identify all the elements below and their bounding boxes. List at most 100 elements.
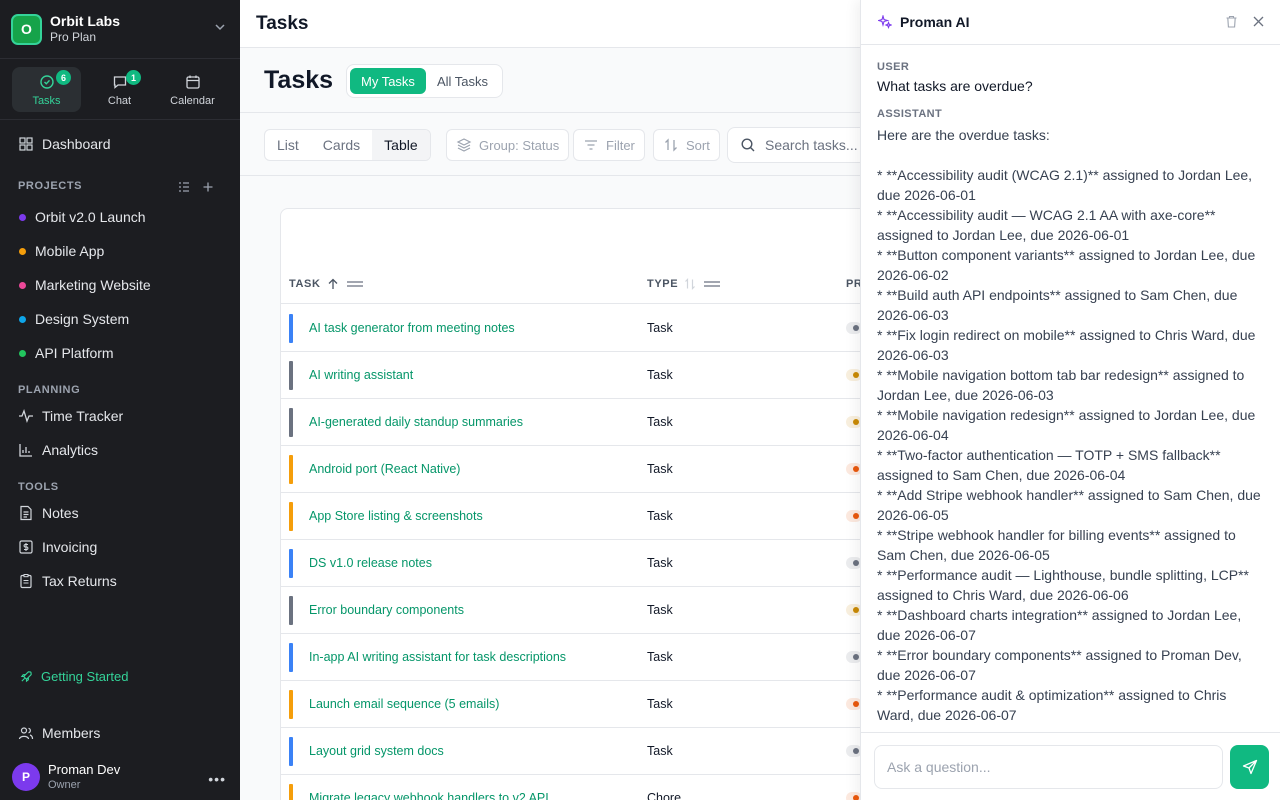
sidebar-item-label: Members	[42, 725, 101, 741]
priority-badge[interactable]	[846, 322, 860, 334]
column-header-type[interactable]: TYPE	[647, 278, 721, 290]
task-type: Task	[647, 650, 673, 664]
drag-handle-icon[interactable]	[704, 279, 721, 289]
mode-tab-calendar[interactable]: Calendar	[158, 67, 227, 112]
status-color-bar	[289, 643, 293, 672]
sidebar-item-project-orbit[interactable]: Orbit v2.0 Launch	[10, 203, 230, 231]
sidebar-item-project-design[interactable]: Design System	[10, 305, 230, 333]
task-title-link[interactable]: Android port (React Native)	[309, 462, 460, 476]
search-input[interactable]	[765, 137, 875, 153]
task-title-link[interactable]: AI task generator from meeting notes	[309, 321, 515, 335]
view-table-button[interactable]: Table	[372, 130, 430, 160]
task-title-link[interactable]: AI writing assistant	[309, 368, 413, 382]
sidebar-item-notes[interactable]: Notes	[10, 499, 230, 527]
task-title-link[interactable]: Migrate legacy webhook handlers to v2 AP…	[309, 791, 549, 800]
priority-badge[interactable]	[846, 604, 860, 616]
priority-badge[interactable]	[846, 698, 860, 710]
task-title-link[interactable]: AI-generated daily standup summaries	[309, 415, 523, 429]
view-list-button[interactable]: List	[265, 130, 311, 160]
close-icon[interactable]	[1252, 15, 1265, 28]
sidebar-item-tax-returns[interactable]: Tax Returns	[10, 567, 230, 595]
priority-badge[interactable]	[846, 369, 860, 381]
filter-button[interactable]: Filter	[573, 129, 645, 161]
view-cards-button[interactable]: Cards	[311, 130, 372, 160]
column-header-priority[interactable]: PR	[846, 278, 860, 290]
sidebar-item-invoicing[interactable]: Invoicing	[10, 533, 230, 561]
send-button[interactable]	[1230, 745, 1269, 789]
task-title-link[interactable]: Error boundary components	[309, 603, 464, 617]
priority-dot	[853, 513, 859, 519]
ask-question-input[interactable]	[874, 745, 1223, 789]
table-row[interactable]: Android port (React Native) Task	[281, 446, 860, 493]
group-button[interactable]: Group: Status	[446, 129, 570, 161]
task-title-link[interactable]: Launch email sequence (5 emails)	[309, 697, 499, 711]
my-tasks-button[interactable]: My Tasks	[350, 68, 426, 94]
org-switcher[interactable]: O Orbit Labs Pro Plan	[0, 0, 240, 58]
task-title-link[interactable]: DS v1.0 release notes	[309, 556, 432, 570]
table-row[interactable]: Layout grid system docs Task	[281, 728, 860, 775]
project-color-dot	[19, 213, 26, 221]
table-row[interactable]: AI writing assistant Task	[281, 352, 860, 399]
task-type: Task	[647, 368, 673, 382]
table-row[interactable]: DS v1.0 release notes Task	[281, 540, 860, 587]
list-view-icon[interactable]	[178, 180, 190, 192]
search-icon	[741, 138, 755, 152]
sidebar-item-label: Time Tracker	[42, 408, 124, 424]
priority-badge[interactable]	[846, 416, 860, 428]
more-icon[interactable]: •••	[208, 771, 226, 787]
dollar-icon	[18, 539, 34, 555]
org-name: Orbit Labs	[50, 13, 121, 29]
task-title-link[interactable]: App Store listing & screenshots	[309, 509, 483, 523]
send-icon	[1242, 759, 1257, 775]
sidebar-item-analytics[interactable]: Analytics	[10, 436, 230, 464]
page-header: Tasks My Tasks All Tasks	[240, 48, 860, 113]
mode-tabs: 6 Tasks 1 Chat Calendar	[0, 58, 240, 120]
priority-badge[interactable]	[846, 745, 860, 757]
mode-tab-chat[interactable]: 1 Chat	[85, 67, 154, 112]
priority-badge[interactable]	[846, 557, 860, 569]
view-toolbar: List Cards Table Group: Status Filter So…	[240, 113, 887, 176]
tasks-icon	[39, 74, 55, 90]
table-row[interactable]: Error boundary components Task	[281, 587, 860, 634]
ai-panel-title: Proman AI	[900, 14, 970, 30]
table-row[interactable]: App Store listing & screenshots Task	[281, 493, 860, 540]
priority-badge[interactable]	[846, 651, 860, 663]
drag-handle-icon[interactable]	[346, 279, 363, 289]
priority-badge[interactable]	[846, 463, 860, 475]
all-tasks-button[interactable]: All Tasks	[426, 68, 499, 94]
getting-started-link[interactable]: Getting Started	[10, 662, 230, 690]
chat-badge: 1	[126, 70, 141, 85]
sidebar-item-label: API Platform	[35, 345, 114, 361]
sidebar-item-time-tracker[interactable]: Time Tracker	[10, 402, 230, 430]
current-user[interactable]: P Proman Dev Owner •••	[12, 762, 232, 792]
sidebar-item-members[interactable]: Members	[10, 719, 230, 747]
mode-tab-tasks[interactable]: 6 Tasks	[12, 67, 81, 112]
table-row[interactable]: AI-generated daily standup summaries Task	[281, 399, 860, 446]
user-role: Owner	[48, 779, 81, 791]
sidebar-item-project-api[interactable]: API Platform	[10, 339, 230, 367]
table-row[interactable]: AI task generator from meeting notes Task	[281, 305, 860, 352]
assistant-list-item: * **Mobile navigation redesign** assigne…	[877, 407, 1256, 443]
sidebar-item-project-mobile[interactable]: Mobile App	[10, 237, 230, 265]
status-color-bar	[289, 314, 293, 343]
table-row[interactable]: Migrate legacy webhook handlers to v2 AP…	[281, 775, 860, 800]
sort-button[interactable]: Sort	[653, 129, 720, 161]
project-color-dot	[19, 315, 26, 323]
chevron-down-icon[interactable]	[214, 20, 226, 32]
priority-badge[interactable]	[846, 792, 860, 800]
org-plan: Pro Plan	[50, 30, 97, 44]
column-header-task[interactable]: TASK	[289, 278, 363, 290]
table-row[interactable]: In-app AI writing assistant for task des…	[281, 634, 860, 681]
add-project-icon[interactable]	[202, 180, 214, 192]
tasks-badge: 6	[56, 70, 71, 85]
table-row[interactable]: Launch email sequence (5 emails) Task	[281, 681, 860, 728]
task-type: Task	[647, 744, 673, 758]
calendar-icon	[185, 74, 201, 90]
task-title-link[interactable]: Layout grid system docs	[309, 744, 444, 758]
task-title-link[interactable]: In-app AI writing assistant for task des…	[309, 650, 566, 664]
sidebar-item-project-marketing[interactable]: Marketing Website	[10, 271, 230, 299]
sidebar-item-dashboard[interactable]: Dashboard	[10, 130, 230, 158]
sparkles-icon	[878, 15, 892, 29]
priority-badge[interactable]	[846, 510, 860, 522]
trash-icon[interactable]	[1225, 15, 1238, 28]
